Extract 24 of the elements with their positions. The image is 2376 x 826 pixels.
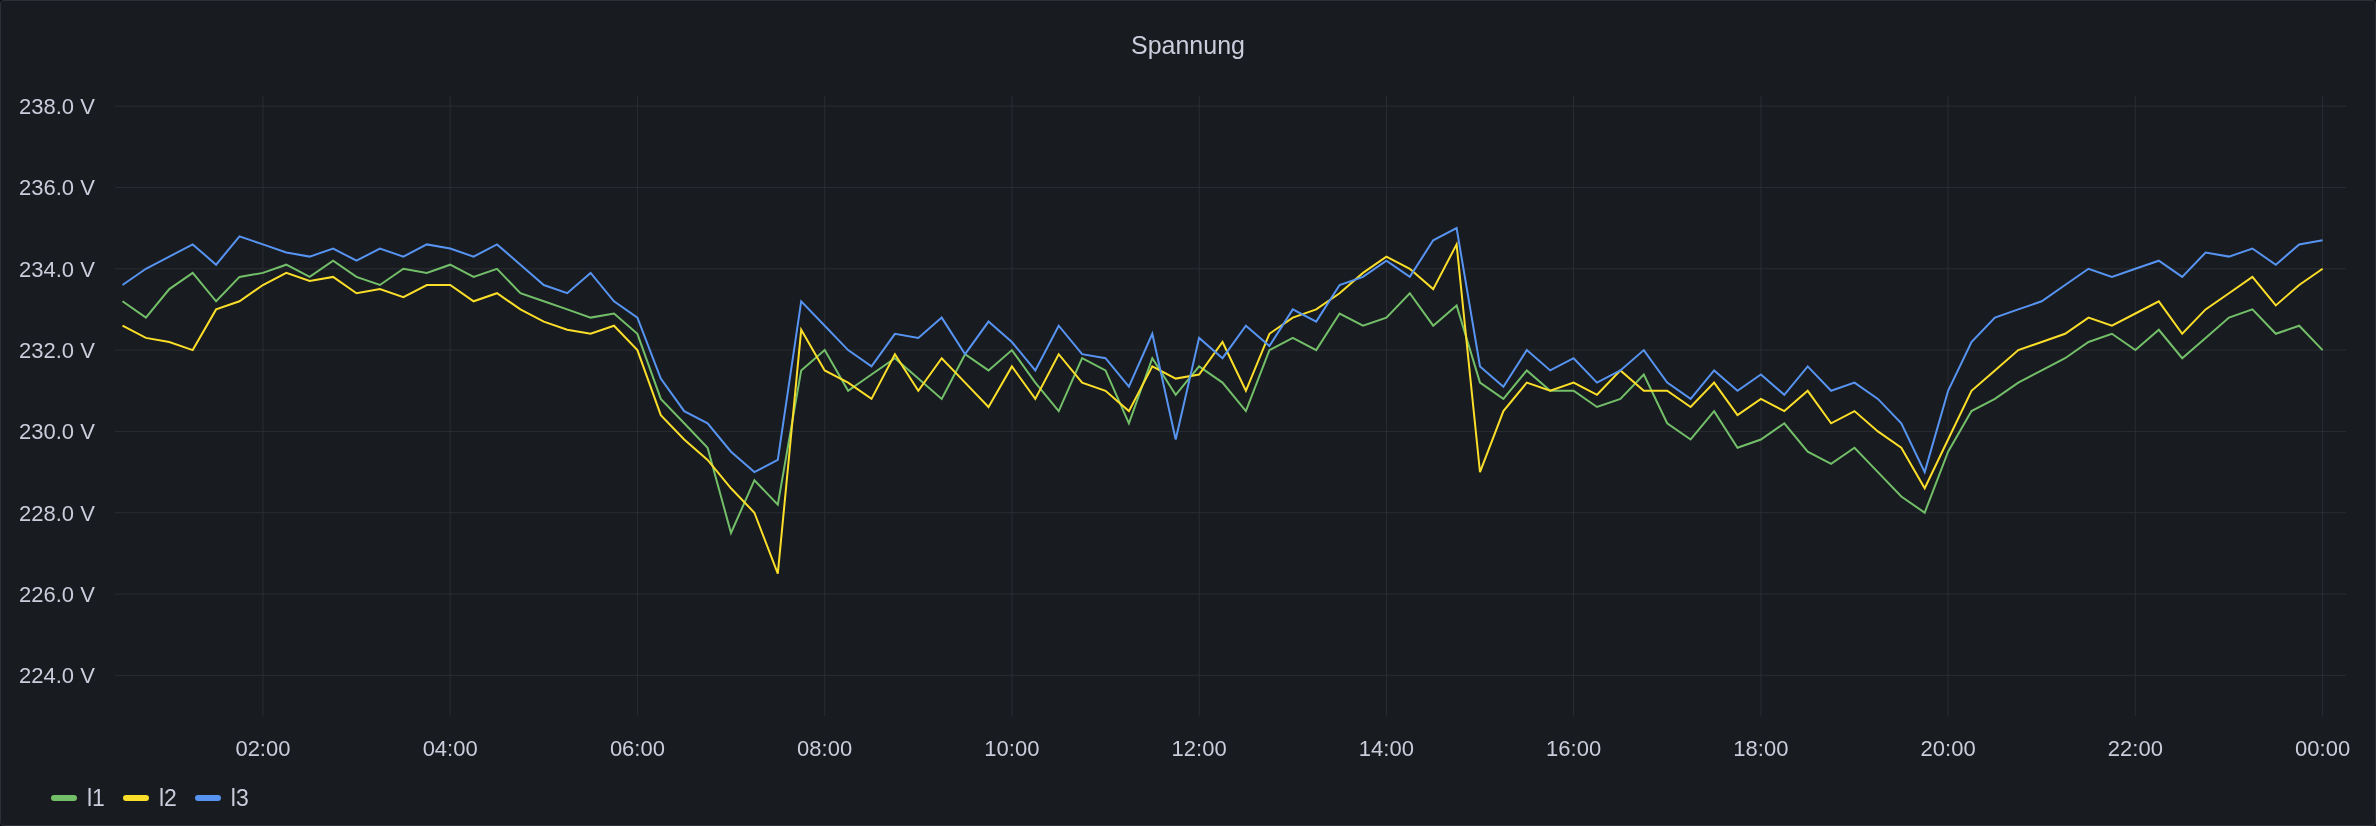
x-axis-label: 16:00 [1546, 736, 1602, 761]
y-axis-label: 226.0 V [19, 582, 95, 608]
y-axis-label: 236.0 V [19, 175, 95, 201]
x-axis-label: 22:00 [2107, 736, 2163, 761]
legend-label[interactable]: l3 [230, 781, 249, 816]
x-axis-label: 00:00 [2295, 736, 2351, 761]
x-axis-label: 14:00 [1358, 736, 1414, 761]
x-axis-label: 06:00 [609, 736, 665, 761]
y-axis-label: 230.0 V [19, 419, 95, 445]
y-axis-label: 238.0 V [19, 94, 95, 120]
panel-title: Spannung [1131, 30, 1245, 61]
x-axis-label: 02:00 [235, 736, 291, 761]
x-axis-label: 12:00 [1171, 736, 1227, 761]
y-axis-label: 232.0 V [19, 338, 95, 364]
y-axis-label: 228.0 V [19, 500, 95, 526]
x-axis-label: 04:00 [422, 736, 478, 761]
legend-label[interactable]: l1 [87, 781, 105, 816]
x-axis-label: 10:00 [984, 736, 1040, 761]
x-axis-label: 20:00 [1920, 736, 1976, 761]
x-axis-label: 18:00 [1733, 736, 1789, 761]
x-axis-label: 08:00 [797, 736, 853, 761]
y-axis-label: 224.0 V [19, 663, 95, 689]
legend-label[interactable]: l2 [158, 781, 177, 816]
y-axis-label: 234.0 V [19, 256, 95, 282]
